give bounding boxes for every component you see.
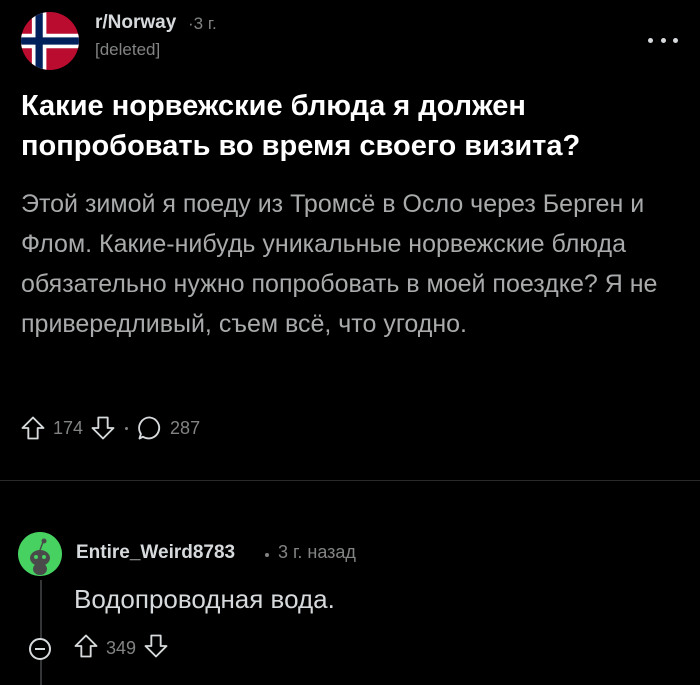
- subreddit-name[interactable]: r/Norway: [95, 12, 176, 34]
- comment-time: 3 г. назад: [278, 542, 356, 562]
- comment-author[interactable]: Entire_Weird8783: [76, 542, 235, 564]
- comment-upvote-count: 349: [106, 637, 137, 658]
- more-options-icon[interactable]: [648, 30, 678, 50]
- comment-actions: 349: [72, 633, 170, 663]
- post: r/Norway ·3 г. [deleted] Какие норвежски…: [0, 0, 700, 462]
- norway-flag-icon[interactable]: [21, 12, 79, 70]
- snoo-avatar-icon[interactable]: [18, 532, 62, 576]
- post-title: Какие норвежские блюда я должен попробов…: [21, 90, 581, 162]
- post-body: Этой зимой я поеду из Тромсё в Осло чере…: [21, 190, 658, 338]
- separator-dot: [265, 553, 269, 557]
- comment-icon[interactable]: [136, 414, 164, 442]
- comment-thread-line[interactable]: [40, 580, 42, 685]
- upvote-icon[interactable]: [72, 632, 100, 665]
- post-author[interactable]: [deleted]: [95, 40, 160, 60]
- separator-dot: [125, 426, 129, 430]
- upvote-count: 174: [53, 417, 84, 438]
- comment-text: Водопроводная вода.: [74, 584, 335, 614]
- divider: [0, 480, 700, 481]
- comment-count: 287: [170, 417, 201, 438]
- upvote-icon[interactable]: [19, 414, 47, 442]
- post-age: ·3 г.: [188, 14, 217, 33]
- post-actions: 174 287: [19, 412, 200, 444]
- collapse-icon[interactable]: [29, 638, 51, 660]
- downvote-icon[interactable]: [142, 632, 170, 665]
- downvote-icon[interactable]: [89, 414, 117, 442]
